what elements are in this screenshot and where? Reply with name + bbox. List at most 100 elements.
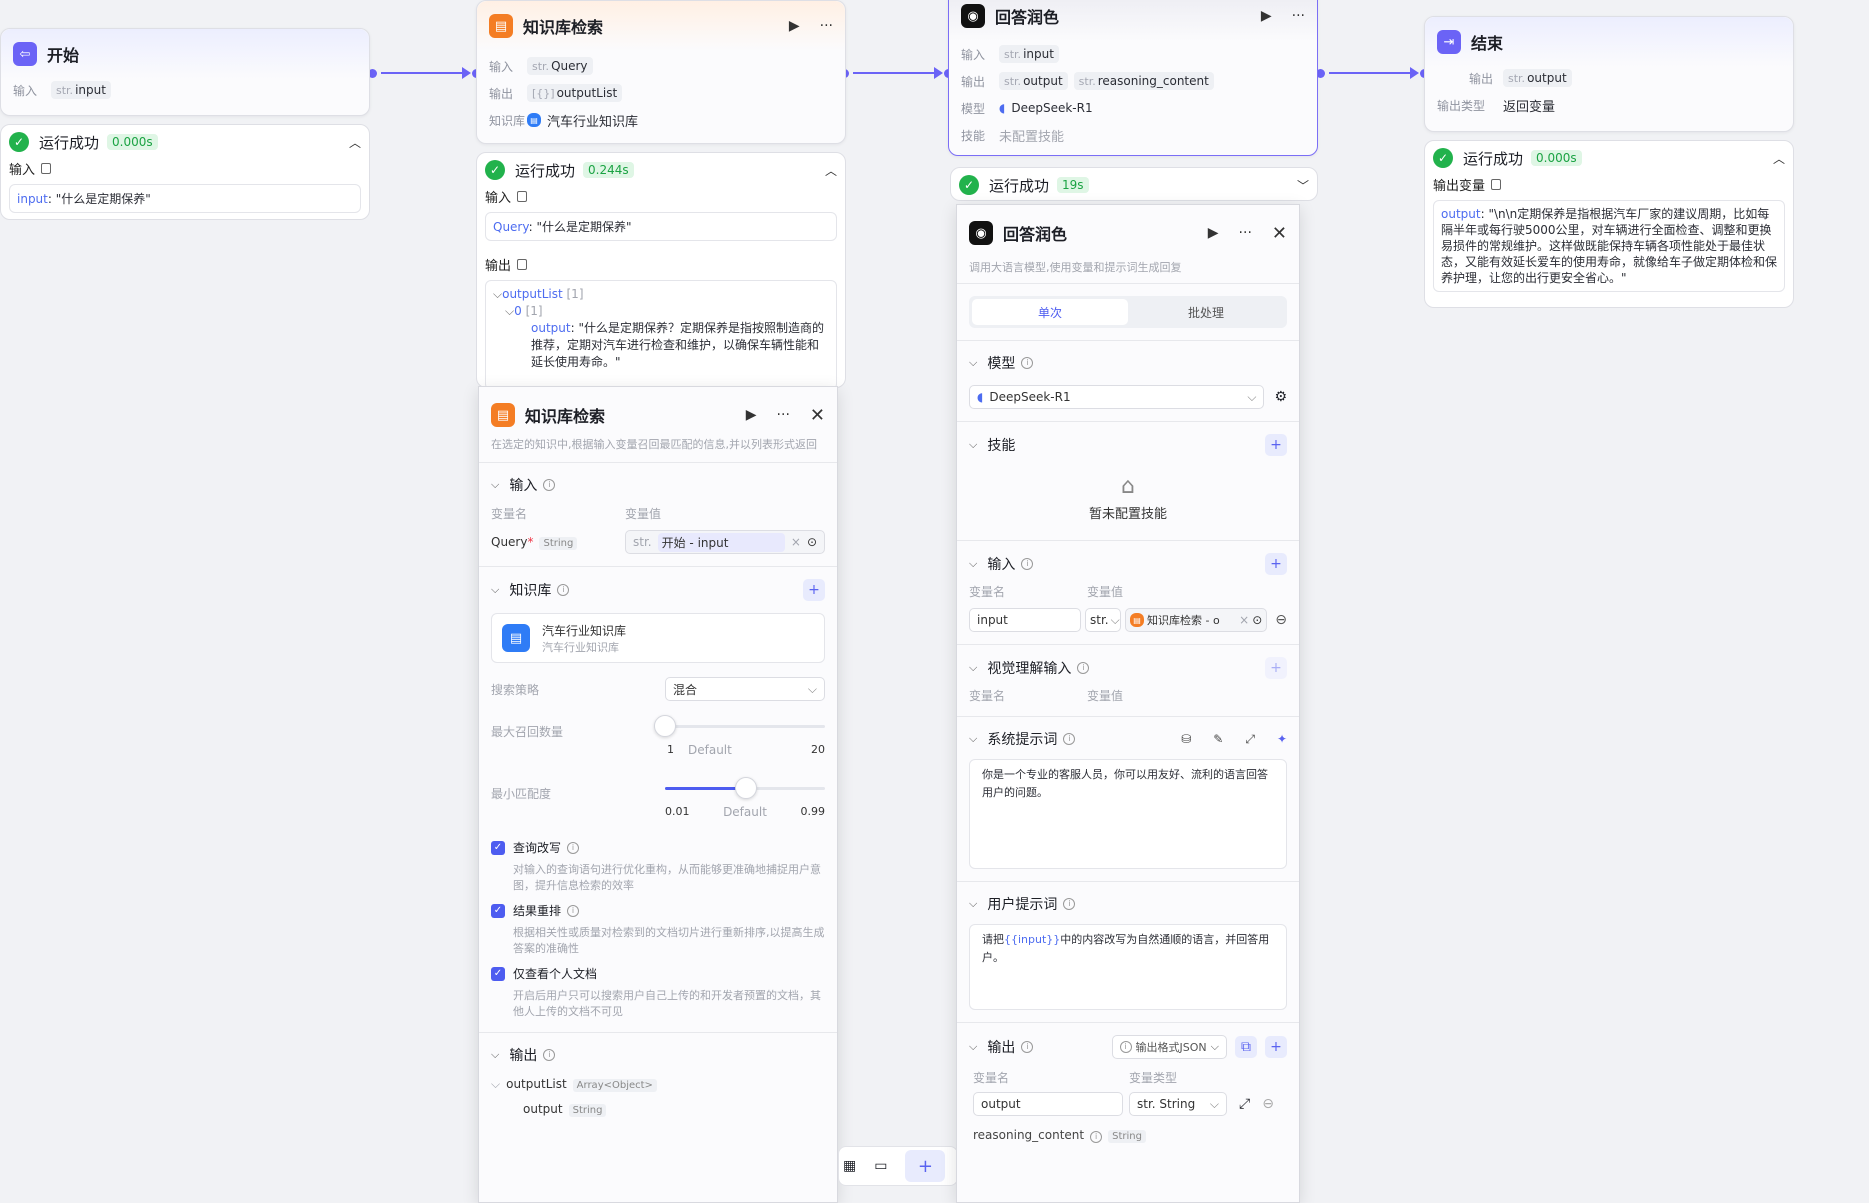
checkbox[interactable]: ✓ <box>491 840 505 855</box>
variable-picker-icon[interactable]: ⊙ <box>807 535 817 549</box>
min-match-slider[interactable]: 最小匹配度 0.01 Default 0.99 <box>491 773 825 831</box>
input-value-field[interactable]: ▤ 知识库检索 - o × ⊙ <box>1125 608 1268 632</box>
collapse-icon[interactable]: ︿ <box>349 134 361 151</box>
run-icon[interactable]: ▶ <box>1208 225 1219 241</box>
more-icon[interactable]: ··· <box>777 407 790 423</box>
settings-icon[interactable]: ⚙ <box>1274 389 1287 405</box>
add-vision-button[interactable]: + <box>1265 657 1287 679</box>
output-type-select[interactable]: str. String ⌵ <box>1129 1092 1227 1116</box>
copy-icon[interactable] <box>41 163 52 174</box>
model-select[interactable]: ◖ DeepSeek-R1 ⌵ <box>969 385 1265 409</box>
model-icon: ◉ <box>969 221 993 245</box>
add-input-button[interactable]: + <box>1265 553 1287 575</box>
run-icon[interactable]: ▶ <box>789 18 800 34</box>
output-var-name[interactable]: output <box>973 1092 1123 1116</box>
end-run-result: ✓ 运行成功 0.000s ︿ 输出变量 output: "\n\n定期保养是指… <box>1424 140 1794 308</box>
edge-answer-end <box>1329 72 1411 74</box>
more-icon[interactable]: ··· <box>820 18 833 34</box>
library-icon: ▤ <box>527 113 541 127</box>
collapse-icon[interactable]: ︿ <box>1773 150 1785 167</box>
end-icon: ⇥ <box>1437 30 1461 54</box>
reasoning-var: reasoning_content i String <box>969 1128 1287 1143</box>
add-library-button[interactable]: + <box>803 579 825 601</box>
output-format-select[interactable]: i 输出格式JSON ⌵ <box>1111 1035 1227 1059</box>
input-section-header[interactable]: ⌵ 输入 i <box>491 475 825 495</box>
input-var-tag: str. Query <box>527 57 593 75</box>
lib-label: 知识库 <box>489 113 526 128</box>
skill-section-header[interactable]: ⌵ 技能 + <box>969 434 1287 456</box>
expand-icon[interactable]: ⤢ <box>1239 1096 1250 1112</box>
import-icon[interactable]: ⧉ <box>1235 1036 1257 1058</box>
input-label: 输入 <box>489 59 514 74</box>
user-prompt-editor[interactable]: 请把{{input}}中的内容改写为自然通顺的语言，并回答用户。 <box>969 924 1287 1010</box>
system-prompt-header[interactable]: ⌵ 系统提示词 i ⛁ ✎ ⤢ ✦ <box>969 729 1287 749</box>
user-prompt-header[interactable]: ⌵ 用户提示词 i <box>969 894 1287 914</box>
tab-batch[interactable]: 批处理 <box>1128 299 1284 325</box>
type-label: 输出类型 <box>1437 98 1486 113</box>
info-icon: i <box>1021 357 1034 369</box>
tab-single[interactable]: 单次 <box>972 299 1128 325</box>
expand-icon[interactable]: ⤢ <box>1245 732 1255 747</box>
model-label: 模型 <box>961 101 986 116</box>
output-var-tag: str. output <box>999 72 1068 90</box>
input-value-box: input: "什么是定期保养" <box>9 184 361 213</box>
output-section-header[interactable]: ⌵ 输出 i <box>491 1045 825 1065</box>
skill-value: 未配置技能 <box>999 129 1065 145</box>
collapse-icon[interactable]: ︿ <box>825 162 837 179</box>
template-icon[interactable]: ⛁ <box>1181 732 1191 747</box>
query-value-field[interactable]: str. 开始 - input × ⊙ <box>625 530 825 554</box>
vision-section-header[interactable]: ⌵ 视觉理解输入 i + <box>969 657 1287 679</box>
input-var-tag: str. input <box>999 45 1059 63</box>
start-node[interactable]: ⇦ 开始 输入 str. input <box>0 28 370 116</box>
output-tree: ⌵outputList [1] ⌵0 [1] output: "什么是定期保养？… <box>485 280 837 387</box>
copy-icon[interactable] <box>1491 179 1502 190</box>
run-time-badge: 19s <box>1057 177 1089 193</box>
slider-knob[interactable] <box>735 777 757 799</box>
slider-knob[interactable] <box>654 715 676 737</box>
remove-icon[interactable]: ⊖ <box>1275 612 1287 628</box>
node-title: 结束 <box>1471 34 1504 53</box>
info-icon: i <box>1077 662 1090 674</box>
system-prompt-editor[interactable]: 你是一个专业的客服人员，你可以用友好、流利的语言回答用户的问题。 <box>969 759 1287 869</box>
input-type-select[interactable]: str. ⌵ <box>1085 608 1121 632</box>
success-icon: ✓ <box>485 160 505 180</box>
input-var-tag: str. input <box>51 81 111 99</box>
end-node[interactable]: ⇥ 结束 输出 str. output 输出类型 返回变量 <box>1424 16 1794 132</box>
strategy-select[interactable]: 混合 ⌵ <box>665 677 825 701</box>
checkbox[interactable]: ✓ <box>491 903 505 918</box>
input-var-name[interactable]: input <box>969 608 1081 632</box>
output-item-var: output String <box>491 1102 825 1117</box>
info-icon: i <box>1063 898 1076 910</box>
layout-icon[interactable]: ▦ <box>843 1158 856 1174</box>
skill-label: 技能 <box>961 128 986 143</box>
more-icon[interactable]: ··· <box>1292 8 1305 24</box>
hint-icon[interactable]: ✎ <box>1213 732 1223 747</box>
ai-optimize-icon[interactable]: ✦ <box>1277 732 1287 747</box>
add-output-button[interactable]: + <box>1265 1036 1287 1058</box>
output-section-header[interactable]: ⌵ 输出 i i 输出格式JSON ⌵ ⧉ + <box>969 1035 1287 1059</box>
remove-icon[interactable]: ⊖ <box>1262 1096 1274 1112</box>
run-status: 运行成功 <box>989 176 1050 195</box>
model-section-header[interactable]: ⌵ 模型 i <box>969 353 1287 373</box>
copy-icon[interactable] <box>517 259 528 270</box>
model-icon: ◉ <box>961 4 985 28</box>
expand-icon[interactable]: ﹀ <box>1297 177 1309 194</box>
kb-node[interactable]: ▤ 知识库检索 ▶ ··· 输入 str. Query 输出 [{}] outputLis… <box>476 0 846 144</box>
checkbox[interactable]: ✓ <box>491 966 505 981</box>
answer-node[interactable]: ◉ 回答润色 ▶ ··· 输入 str. input 输出 str. output str.… <box>948 0 1318 156</box>
library-card[interactable]: ▤ 汽车行业知识库 汽车行业知识库 <box>491 613 825 663</box>
variable-picker-icon[interactable]: ⊙ <box>1252 613 1262 627</box>
add-node-button[interactable]: + <box>905 1150 946 1182</box>
add-skill-button[interactable]: + <box>1265 434 1287 456</box>
minimap-icon[interactable]: ▭ <box>874 1158 887 1174</box>
copy-icon[interactable] <box>517 191 528 202</box>
input-section-header[interactable]: ⌵ 输入 i + <box>969 553 1287 575</box>
empty-inbox-icon: ⌂ <box>1121 474 1135 499</box>
lib-section-header[interactable]: ⌵ 知识库 i + <box>491 579 825 601</box>
max-recall-slider[interactable]: 最大召回数量 1 Default 20 <box>491 711 825 769</box>
run-icon[interactable]: ▶ <box>1261 8 1272 24</box>
close-icon[interactable]: ✕ <box>1272 223 1287 244</box>
run-icon[interactable]: ▶ <box>746 407 757 423</box>
close-icon[interactable]: ✕ <box>810 405 825 426</box>
more-icon[interactable]: ··· <box>1239 225 1252 241</box>
